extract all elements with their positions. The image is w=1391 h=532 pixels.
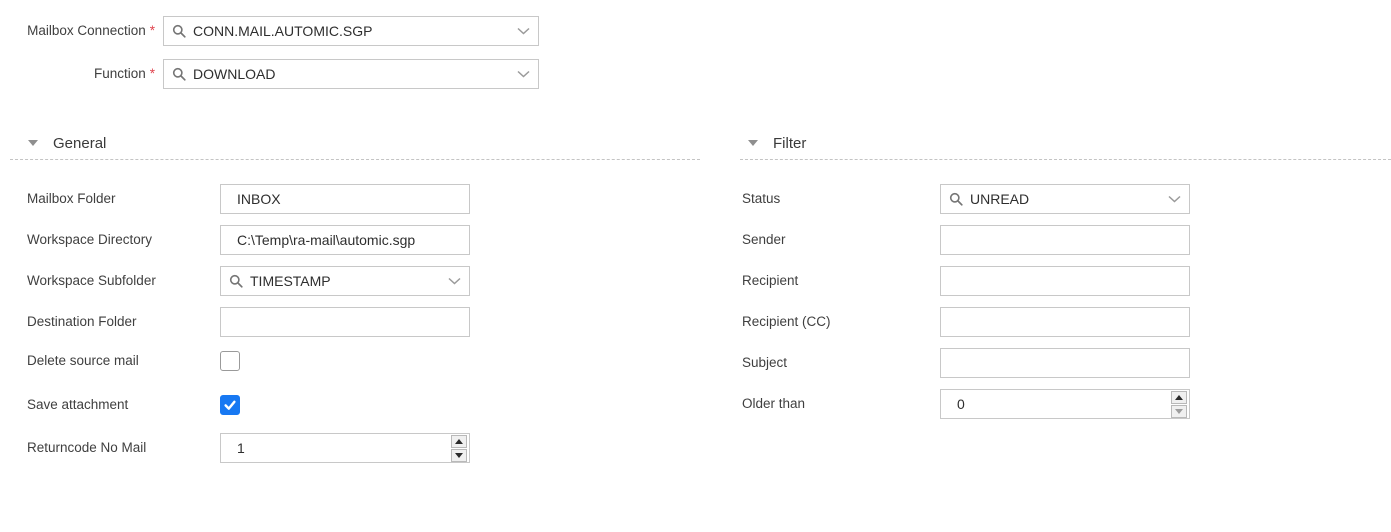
older-than-input[interactable] [941,390,1170,418]
form-page: Mailbox Connection * CONN.MAIL.AUTOMIC.SG… [0,0,1391,532]
recipient-input[interactable] [940,266,1190,296]
recipient-label: Recipient [742,273,799,288]
sender-label: Sender [742,232,786,247]
returncode-no-mail-spinner [220,433,470,463]
older-than-label: Older than [742,396,806,411]
spin-up-button[interactable] [1171,390,1187,404]
search-icon [172,67,186,81]
filter-section-divider [740,159,1391,160]
workspace-subfolder-combo[interactable]: TIMESTAMP [220,266,470,296]
chevron-down-icon [448,277,461,285]
chevron-down-icon [517,27,530,35]
chevron-down-icon [517,70,530,78]
spinner-buttons [450,434,469,462]
general-section-title: General [53,134,107,152]
mailbox-connection-value: CONN.MAIL.AUTOMIC.SGP [193,23,373,39]
destination-folder-input[interactable] [220,307,470,337]
subject-input[interactable] [940,348,1190,378]
function-combo[interactable]: DOWNLOAD [163,59,539,89]
mailbox-folder-input[interactable] [220,184,470,214]
status-combo[interactable]: UNREAD [940,184,1190,214]
workspace-subfolder-label: Workspace Subfolder [27,273,156,288]
function-label-text: Function [93,66,146,81]
destination-folder-label: Destination Folder [27,314,137,329]
returncode-no-mail-input[interactable] [221,434,450,462]
sender-input[interactable] [940,225,1190,255]
mailbox-folder-label: Mailbox Folder [27,191,116,206]
required-marker: * [149,23,155,38]
function-value: DOWNLOAD [193,66,276,82]
save-attachment-checkbox[interactable] [220,395,240,415]
spin-up-button[interactable] [451,434,467,448]
mailbox-connection-label-text: Mailbox Connection [27,23,146,38]
older-than-spinner [940,389,1190,419]
mailbox-connection-combo[interactable]: CONN.MAIL.AUTOMIC.SGP [163,16,539,46]
search-icon [229,274,243,288]
workspace-directory-input[interactable] [220,225,470,255]
function-label: Function * [0,59,155,89]
check-icon [224,400,236,410]
general-section-toggle[interactable]: General [28,133,106,153]
subject-label: Subject [742,355,788,370]
filter-section-toggle[interactable]: Filter [748,133,806,153]
workspace-subfolder-value: TIMESTAMP [250,273,331,289]
triangle-down-icon [28,140,38,146]
required-marker: * [149,66,155,81]
spin-down-button[interactable] [451,448,467,462]
recipient-cc-label: Recipient (CC) [742,314,831,329]
spinner-buttons [1170,390,1189,418]
search-icon [949,192,963,206]
general-section-divider [10,159,700,160]
triangle-down-icon [1175,408,1183,414]
delete-source-mail-checkbox[interactable] [220,351,240,371]
triangle-up-icon [455,438,463,444]
spin-down-button[interactable] [1171,404,1187,418]
triangle-down-icon [748,140,758,146]
mailbox-connection-label: Mailbox Connection * [0,16,155,46]
triangle-down-icon [455,452,463,458]
status-value: UNREAD [970,191,1030,207]
recipient-cc-input[interactable] [940,307,1190,337]
save-attachment-label: Save attachment [27,397,129,412]
filter-section-title: Filter [773,134,807,152]
chevron-down-icon [1168,195,1181,203]
delete-source-mail-label: Delete source mail [27,353,139,368]
search-icon [172,24,186,38]
workspace-directory-label: Workspace Directory [27,232,153,247]
triangle-up-icon [1175,394,1183,400]
status-label: Status [742,191,781,206]
returncode-no-mail-label: Returncode No Mail [27,440,147,455]
